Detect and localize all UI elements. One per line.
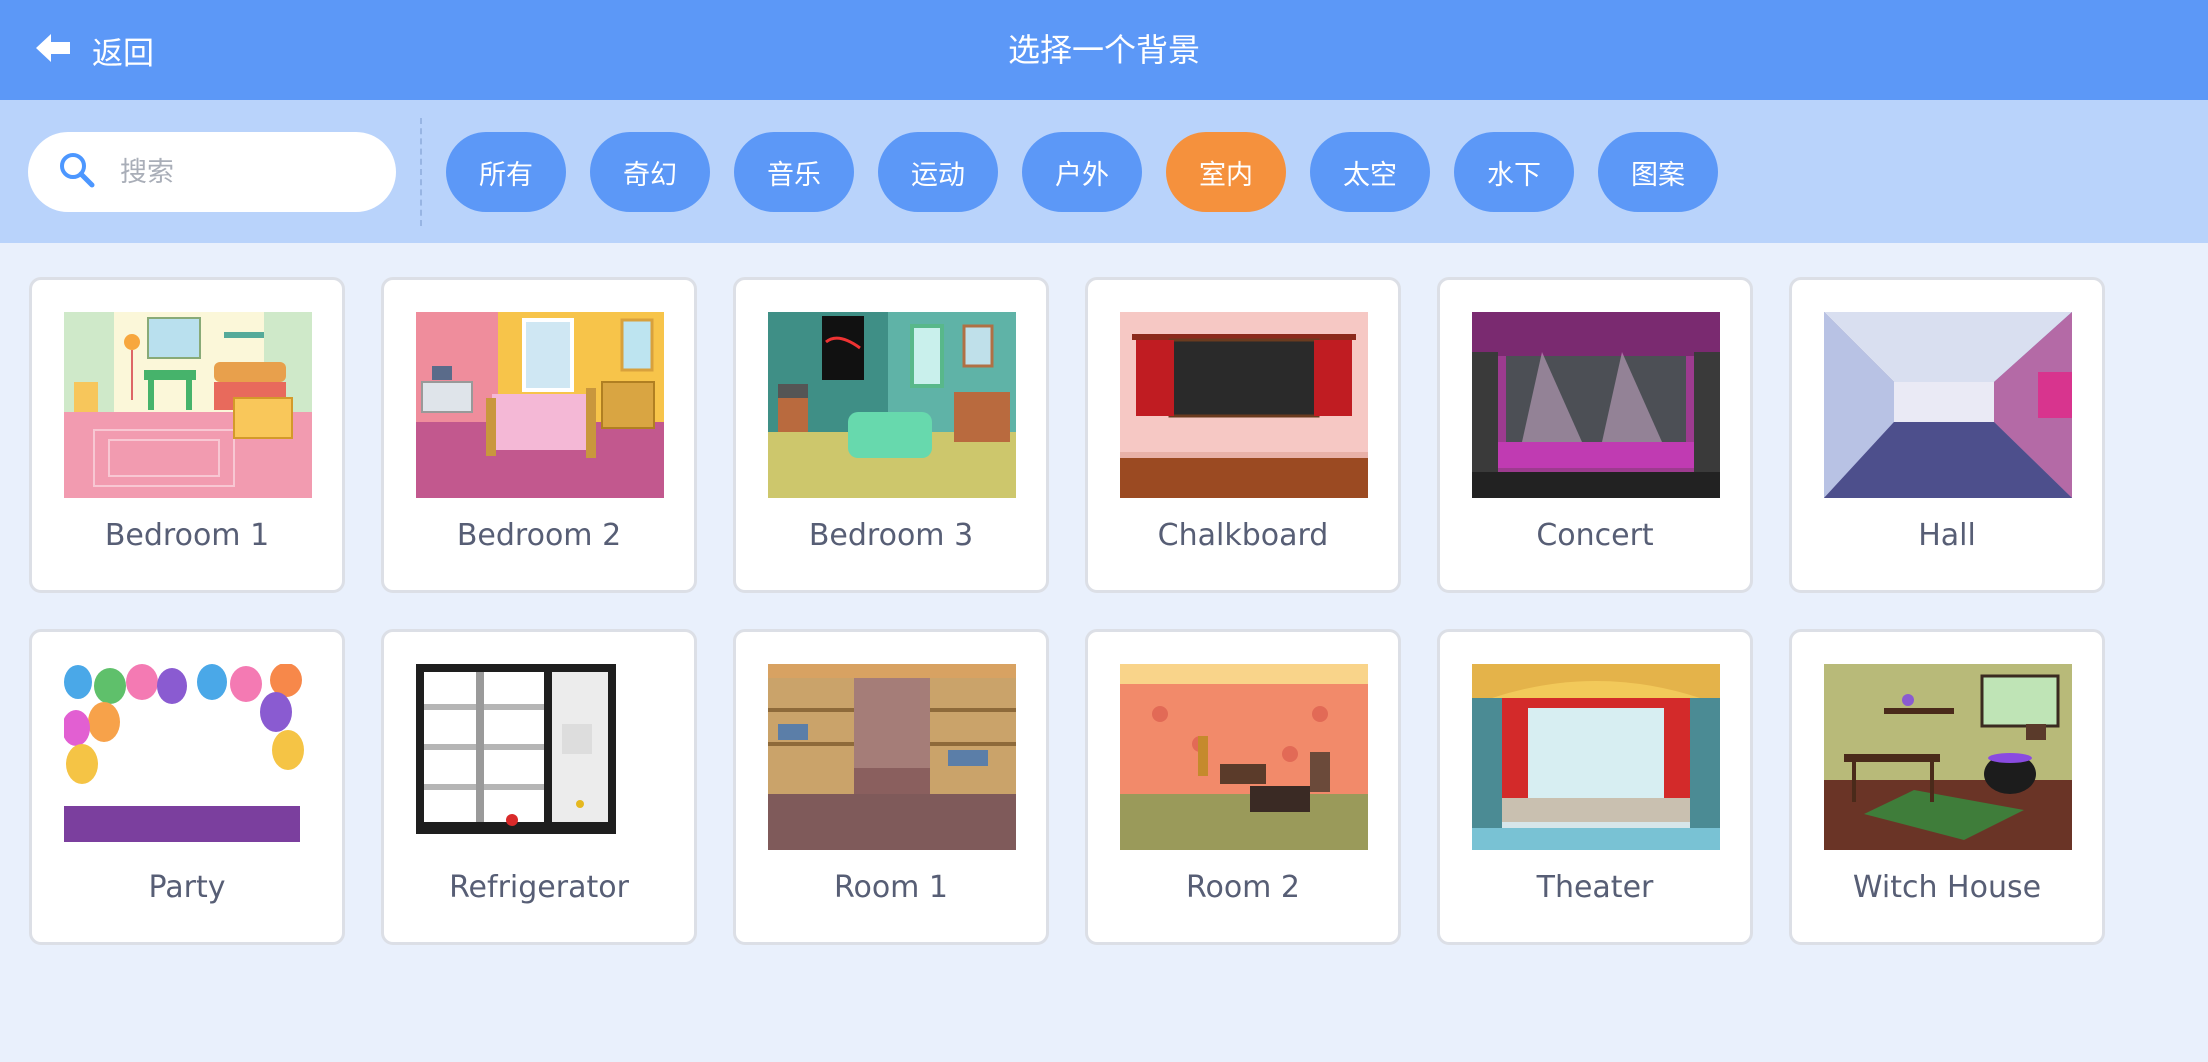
backdrop-name: Witch House — [1852, 870, 2042, 905]
backdrop-name: Room 1 — [833, 870, 949, 905]
tag-fantasy[interactable]: 奇幻 — [590, 132, 710, 212]
backdrop-thumbnail — [1472, 664, 1720, 850]
backdrop-card[interactable]: Chalkboard — [1085, 277, 1401, 593]
backdrop-thumbnail — [768, 312, 1016, 498]
backdrop-name: Party — [148, 870, 226, 905]
backdrop-card[interactable]: Concert — [1437, 277, 1753, 593]
backdrop-thumbnail — [1824, 312, 2072, 498]
tag-sports[interactable]: 运动 — [878, 132, 998, 212]
backdrop-name: Theater — [1536, 870, 1654, 905]
backdrop-card[interactable]: Hall — [1789, 277, 2105, 593]
page-title: 选择一个背景 — [1007, 31, 1200, 69]
backdrop-card[interactable]: Room 1 — [733, 629, 1049, 945]
filter-divider — [420, 118, 422, 226]
tag-list: 所有 奇幻 音乐 运动 户外 室内 太空 水下 图案 — [446, 132, 1718, 212]
backdrop-thumbnail — [416, 664, 664, 850]
backdrop-card[interactable]: Room 2 — [1085, 629, 1401, 945]
backdrop-thumbnail — [416, 312, 664, 498]
backdrop-name: Bedroom 3 — [808, 518, 974, 553]
backdrop-thumbnail — [1120, 312, 1368, 498]
tag-underwater[interactable]: 水下 — [1454, 132, 1574, 212]
search-icon — [28, 151, 96, 193]
tag-music[interactable]: 音乐 — [734, 132, 854, 212]
tag-space[interactable]: 太空 — [1310, 132, 1430, 212]
backdrop-card[interactable]: Refrigerator — [381, 629, 697, 945]
backdrop-name: Refrigerator — [449, 870, 629, 905]
backdrop-name: Room 2 — [1185, 870, 1301, 905]
backdrop-name: Chalkboard — [1157, 518, 1329, 553]
backdrop-thumbnail — [64, 664, 312, 850]
search-box[interactable] — [28, 132, 396, 212]
tag-outdoors[interactable]: 户外 — [1022, 132, 1142, 212]
backdrop-card[interactable]: Bedroom 1 — [29, 277, 345, 593]
backdrop-thumbnail — [768, 664, 1016, 850]
tag-patterns[interactable]: 图案 — [1598, 132, 1718, 212]
backdrop-name: Hall — [1918, 518, 1976, 553]
backdrop-card[interactable]: Theater — [1437, 629, 1753, 945]
backdrop-name: Bedroom 2 — [456, 518, 622, 553]
backdrop-card[interactable]: Party — [29, 629, 345, 945]
tag-all[interactable]: 所有 — [446, 132, 566, 212]
backdrop-thumbnail — [1120, 664, 1368, 850]
backdrop-thumbnail — [1472, 312, 1720, 498]
backdrop-card[interactable]: Bedroom 3 — [733, 277, 1049, 593]
tag-indoors[interactable]: 室内 — [1166, 132, 1286, 212]
backdrop-grid: Bedroom 1 Bedroom 2 Bedroom 3 Chalkboard… — [29, 277, 2105, 945]
backdrop-thumbnail — [1824, 664, 2072, 850]
backdrop-card[interactable]: Bedroom 2 — [381, 277, 697, 593]
header-bar: 返回 选择一个背景 — [0, 0, 2208, 100]
filter-bar: 所有 奇幻 音乐 运动 户外 室内 太空 水下 图案 — [0, 100, 2208, 243]
backdrop-name: Concert — [1536, 518, 1654, 553]
backdrop-name: Bedroom 1 — [104, 518, 270, 553]
search-input[interactable] — [118, 155, 372, 189]
backdrop-thumbnail — [64, 312, 312, 498]
backdrop-card[interactable]: Witch House — [1789, 629, 2105, 945]
